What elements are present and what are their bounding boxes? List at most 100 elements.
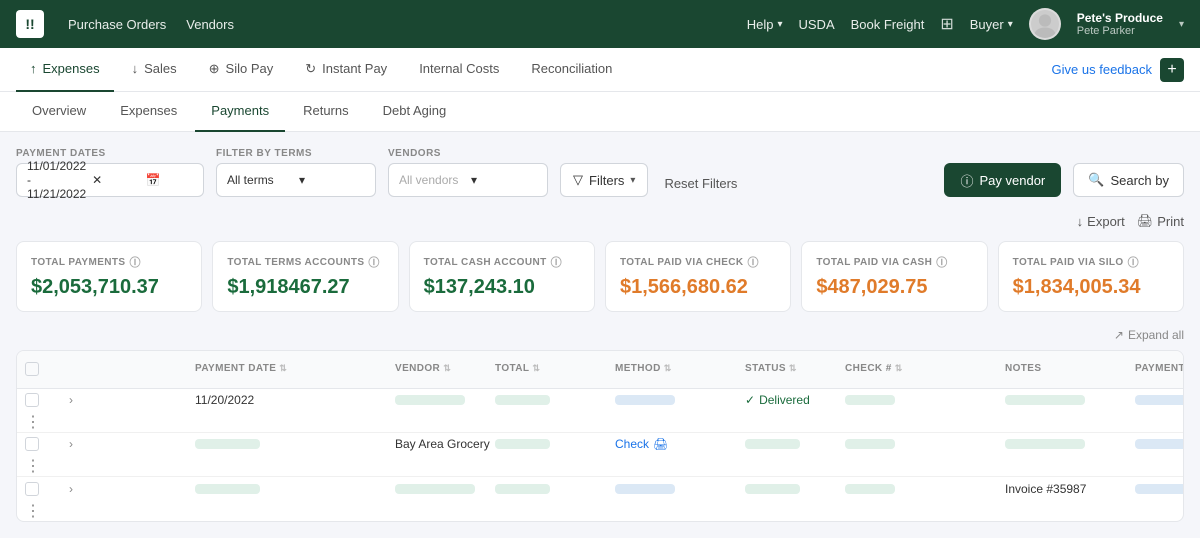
nav-buyer[interactable]: Buyer ▾ (970, 17, 1013, 32)
tab-debt-aging[interactable]: Debt Aging (367, 92, 463, 132)
print-link[interactable]: 🖨 Print (1137, 213, 1184, 229)
payment-dates-value: 11/01/2022 - 11/21/2022 (27, 159, 86, 201)
stat-label-3: TOTAL PAID VIA CHECK ⓘ (620, 254, 776, 270)
payment-dates-group: PAYMENT DATES 11/01/2022 - 11/21/2022 ✕ … (16, 148, 204, 197)
nav-book-freight[interactable]: Book Freight (851, 17, 925, 32)
subnav-sales[interactable]: ↓ Sales (118, 48, 191, 92)
stat-total-terms: TOTAL TERMS ACCOUNTS ⓘ $1,918467.27 (212, 241, 398, 312)
row2-checkbox[interactable] (25, 437, 65, 451)
tab-expenses[interactable]: Expenses (104, 92, 193, 132)
th-payment-id-label: PAYMENT ID (1135, 363, 1184, 374)
row2-date (195, 439, 395, 449)
th-payment-date[interactable]: PAYMENT DATE ⇅ (195, 363, 395, 374)
th-method[interactable]: METHOD ⇅ (615, 363, 745, 374)
layers-icon[interactable]: ⊞ (940, 14, 953, 34)
th-payment-id[interactable]: PAYMENT ID ⇅ (1135, 363, 1184, 374)
row1-expand[interactable]: › (65, 389, 195, 411)
nav-help[interactable]: Help ▾ (747, 17, 783, 32)
tab-returns[interactable]: Returns (287, 92, 365, 132)
vendors-chevron: ▾ (471, 173, 537, 187)
row2-expand[interactable]: › (65, 433, 195, 455)
subnav-silo-pay[interactable]: ⊕ Silo Pay (195, 48, 288, 92)
row3-checkbox[interactable] (25, 482, 65, 496)
tab-payments[interactable]: Payments (195, 92, 285, 132)
vendors-label: VENDORS (388, 148, 548, 159)
nav-vendors[interactable]: Vendors (186, 13, 234, 36)
stat-label-2: TOTAL CASH ACCOUNT ⓘ (424, 254, 580, 270)
row3-expand[interactable]: › (65, 478, 195, 500)
search-by-button[interactable]: 🔍 Search by (1073, 163, 1184, 197)
reset-filters-link[interactable]: Reset Filters (660, 170, 741, 197)
th-vendor[interactable]: VENDOR ⇅ (395, 363, 495, 374)
pay-vendor-button[interactable]: ⓘ Pay vendor (944, 163, 1061, 197)
info-icon-4: ⓘ (936, 254, 947, 270)
subnav-reconciliation[interactable]: Reconciliation (517, 48, 626, 92)
top-nav: !! Purchase Orders Vendors Help ▾ USDA B… (0, 0, 1200, 48)
row1-notes (1005, 395, 1135, 405)
expand-all-link[interactable]: ↗ Expand all (1114, 328, 1184, 342)
sort-check: ⇅ (895, 363, 903, 374)
row3-more[interactable]: ⋮ (25, 501, 65, 521)
row1-payment-id (1135, 395, 1184, 405)
user-info: Pete's Produce Pete Parker (1077, 11, 1163, 37)
check-link[interactable]: Check 🖨 (615, 437, 668, 451)
th-status[interactable]: STATUS ⇅ (745, 363, 845, 374)
th-check[interactable]: CHECK # ⇅ (845, 363, 1005, 374)
th-total[interactable]: TOTAL ⇅ (495, 363, 615, 374)
row3-check (845, 484, 1005, 494)
stat-total-payments: TOTAL PAYMENTS ⓘ $2,053,710.37 (16, 241, 202, 312)
sort-payment-date: ⇅ (279, 363, 287, 374)
stat-total-cash: TOTAL CASH ACCOUNT ⓘ $137,243.10 (409, 241, 595, 312)
stat-total-silo: TOTAL PAID VIA SILO ⓘ $1,834,005.34 (998, 241, 1184, 312)
nav-purchase-orders[interactable]: Purchase Orders (68, 13, 166, 36)
print-icon: 🖨 (1137, 213, 1154, 229)
row2-method[interactable]: Check 🖨 (615, 437, 745, 451)
info-icon-5: ⓘ (1128, 254, 1139, 270)
nav-usda[interactable]: USDA (799, 17, 835, 32)
feedback-link[interactable]: Give us feedback (1052, 62, 1152, 77)
row1-checkbox[interactable] (25, 393, 65, 407)
export-link[interactable]: ↓ Export (1077, 213, 1125, 229)
table: PAYMENT DATE ⇅ VENDOR ⇅ TOTAL ⇅ METHOD ⇅… (16, 350, 1184, 522)
vendors-input[interactable]: All vendors ▾ (388, 163, 548, 197)
stat-value-4: $487,029.75 (816, 276, 972, 299)
vendors-value: All vendors (399, 173, 465, 187)
calendar-icon[interactable]: 📅 (146, 173, 193, 187)
th-payment-date-label: PAYMENT DATE (195, 363, 276, 374)
filter-icon: ▽ (573, 172, 583, 188)
tab-overview[interactable]: Overview (16, 92, 102, 132)
check-print-icon: 🖨 (653, 437, 668, 451)
add-button[interactable]: + (1160, 58, 1184, 82)
subnav-internal-costs[interactable]: Internal Costs (405, 48, 513, 92)
stat-value-3: $1,566,680.62 (620, 276, 776, 299)
row1-total (495, 395, 615, 405)
stat-label-1: TOTAL TERMS ACCOUNTS ⓘ (227, 254, 383, 270)
th-method-label: METHOD (615, 363, 661, 374)
header-checkbox[interactable] (25, 362, 39, 376)
search-icon: 🔍 (1088, 172, 1104, 188)
subnav-instant-pay[interactable]: ↻ Instant Pay (291, 48, 401, 92)
info-icon-2: ⓘ (551, 254, 562, 270)
filter-by-terms-group: FILTER BY TERMS All terms ▾ (216, 148, 376, 197)
row1-more[interactable]: ⋮ (25, 412, 65, 432)
clear-dates-icon[interactable]: ✕ (92, 173, 139, 187)
filters-row: PAYMENT DATES 11/01/2022 - 11/21/2022 ✕ … (16, 148, 1184, 197)
row1-vendor (395, 395, 495, 405)
vendors-group: VENDORS All vendors ▾ (388, 148, 548, 197)
filter-by-terms-input[interactable]: All terms ▾ (216, 163, 376, 197)
filters-button[interactable]: ▽ Filters ▾ (560, 163, 648, 197)
stat-label-0: TOTAL PAYMENTS ⓘ (31, 254, 187, 270)
user-name: Pete Parker (1077, 25, 1163, 37)
help-chevron: ▾ (777, 19, 782, 30)
user-chevron[interactable]: ▾ (1179, 19, 1184, 30)
filters-chevron: ▾ (630, 175, 635, 186)
subnav-expenses[interactable]: ↑ Expenses (16, 48, 114, 92)
info-icon-1: ⓘ (368, 254, 379, 270)
payment-dates-input[interactable]: 11/01/2022 - 11/21/2022 ✕ 📅 (16, 163, 204, 197)
stat-value-0: $2,053,710.37 (31, 276, 187, 299)
stat-total-via-cash: TOTAL PAID VIA CASH ⓘ $487,029.75 (801, 241, 987, 312)
sort-status: ⇅ (789, 363, 797, 374)
th-check-label: CHECK # (845, 363, 892, 374)
row2-more[interactable]: ⋮ (25, 456, 65, 476)
instant-pay-icon: ↻ (305, 61, 316, 77)
